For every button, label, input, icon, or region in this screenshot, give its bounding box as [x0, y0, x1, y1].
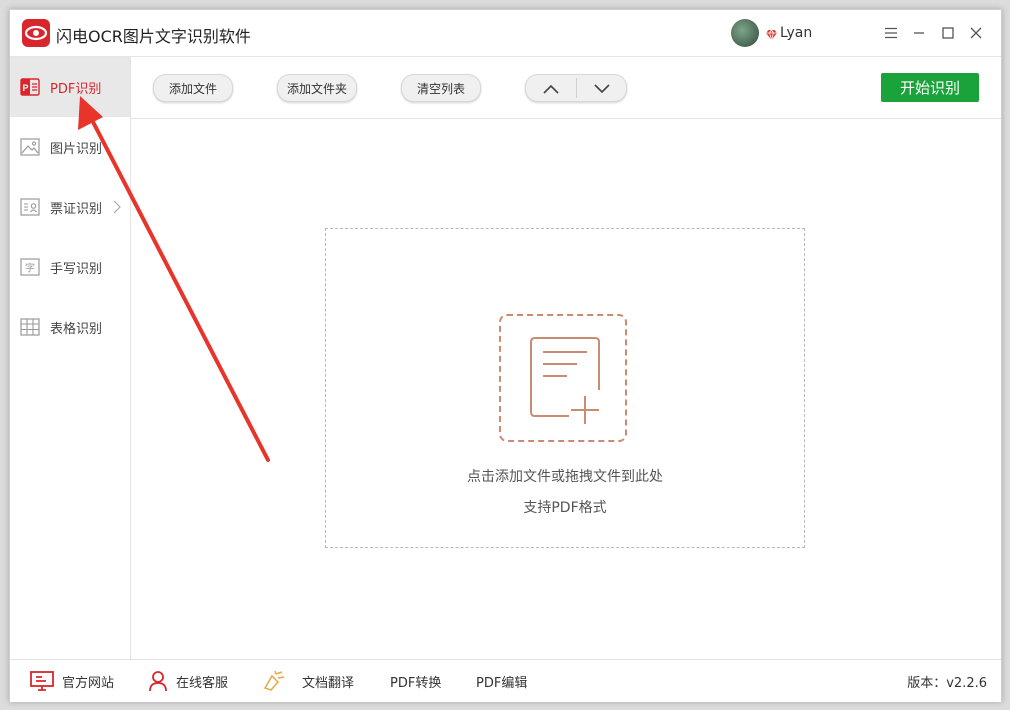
table-icon: [20, 317, 40, 337]
svg-text:字: 字: [25, 262, 35, 275]
sidebar-item-ticket[interactable]: 票证识别: [10, 177, 130, 237]
clear-list-button[interactable]: 清空列表: [401, 74, 481, 102]
svg-text:P: P: [22, 83, 28, 93]
chevron-right-icon: [113, 199, 121, 218]
menu-icon[interactable]: [878, 20, 904, 46]
official-website-link[interactable]: 官方网站: [30, 660, 114, 702]
add-document-icon[interactable]: [499, 314, 627, 442]
pdf-icon: P: [20, 77, 40, 97]
sidebar-item-label: 图片识别: [50, 142, 103, 157]
monitor-icon: [30, 671, 54, 691]
version-label: 版本：v2.2.6: [907, 675, 987, 691]
footer-label: 官方网站: [62, 675, 115, 691]
document-translate-link[interactable]: 文档翻译: [262, 660, 354, 702]
app-title: 闪电OCR图片文字识别软件: [56, 27, 251, 46]
sidebar-item-table[interactable]: 表格识别: [10, 297, 130, 357]
pdf-edit-link[interactable]: PDF编辑: [476, 660, 527, 702]
sidebar-item-label: 票证识别: [50, 202, 103, 217]
app-window: 闪电OCR图片文字识别软件 Lyan P PDF识别 图片识别 票证识别 字 手…: [9, 9, 1002, 702]
title-bar: 闪电OCR图片文字识别软件 Lyan: [10, 10, 1001, 57]
username[interactable]: Lyan: [780, 25, 812, 41]
chevron-down-icon: [594, 79, 610, 98]
sidebar-item-label: 手写识别: [50, 262, 103, 277]
reorder-group: [525, 74, 627, 102]
chevron-up-icon: [543, 79, 559, 98]
minimize-icon[interactable]: [906, 20, 932, 46]
footer-label: 文档翻译: [302, 675, 355, 691]
handwriting-icon: 字: [20, 257, 40, 277]
footer-bar: 官方网站 在线客服 文档翻译 PDF转换 PDF编辑 版本：v2.2.6: [10, 659, 1001, 702]
user-avatar[interactable]: [731, 19, 759, 47]
move-down-button[interactable]: [577, 75, 627, 101]
pdf-convert-link[interactable]: PDF转换: [390, 660, 441, 702]
toolbar: 添加文件 添加文件夹 清空列表 开始识别: [131, 57, 1001, 119]
vip-diamond-icon: [765, 26, 778, 45]
move-up-button[interactable]: [526, 75, 576, 101]
ticket-icon: [20, 197, 40, 217]
online-support-link[interactable]: 在线客服: [148, 660, 228, 702]
sidebar: P PDF识别 图片识别 票证识别 字 手写识别 表格识别: [10, 57, 131, 659]
start-recognition-button[interactable]: 开始识别: [881, 73, 979, 102]
sidebar-item-handwriting[interactable]: 字 手写识别: [10, 237, 130, 297]
add-file-button[interactable]: 添加文件: [153, 74, 233, 102]
sidebar-item-image[interactable]: 图片识别: [10, 117, 130, 177]
add-folder-button[interactable]: 添加文件夹: [277, 74, 357, 102]
sidebar-item-label: 表格识别: [50, 322, 103, 337]
footer-label: 在线客服: [176, 675, 229, 691]
image-icon: [20, 137, 40, 157]
eye-logo-icon: [22, 19, 50, 47]
file-drop-zone[interactable]: 点击添加文件或拖拽文件到此处 支持PDF格式: [325, 228, 805, 548]
footer-label: PDF转换: [390, 675, 442, 691]
close-icon[interactable]: [963, 20, 989, 46]
supported-format-text: 支持PDF格式: [523, 500, 607, 516]
sidebar-item-pdf[interactable]: P PDF识别: [10, 57, 130, 117]
translate-icon: [263, 670, 285, 691]
customer-service-icon: [149, 671, 167, 692]
drop-hint-text: 点击添加文件或拖拽文件到此处: [467, 469, 663, 485]
footer-label: PDF编辑: [476, 675, 528, 691]
maximize-icon[interactable]: [935, 20, 961, 46]
sidebar-item-label: PDF识别: [50, 82, 102, 97]
